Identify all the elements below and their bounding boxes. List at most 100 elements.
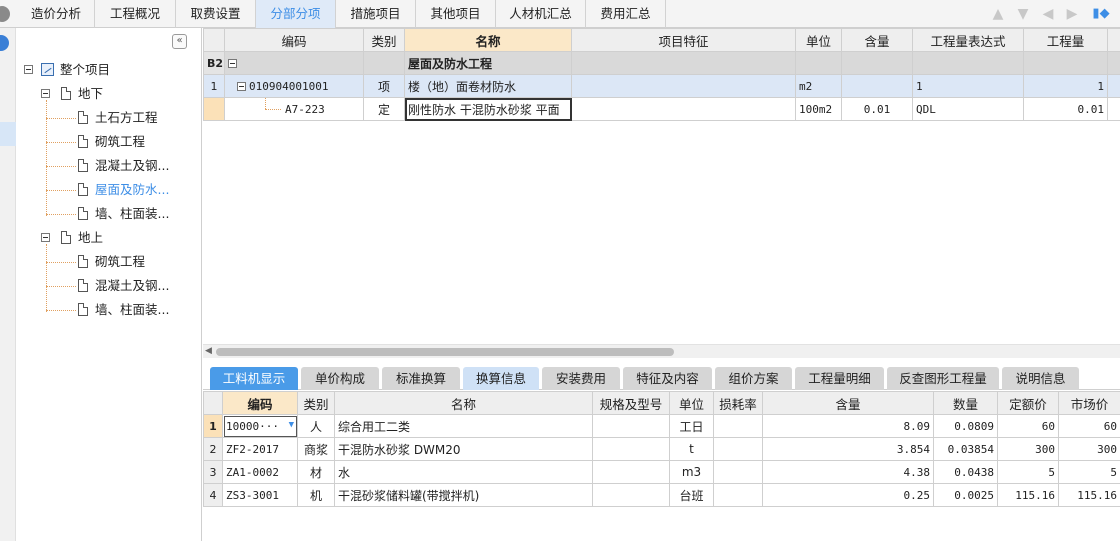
section-name[interactable]: 屋面及防水工程	[404, 51, 572, 75]
loss-rate-cell[interactable]	[713, 483, 763, 507]
tree-item-wall-finish[interactable]: 墙、柱面装...	[95, 204, 169, 224]
tab-standard-conversion[interactable]: 标准换算	[382, 367, 460, 390]
tree-item-earthwork[interactable]: 土石方工程	[95, 108, 158, 128]
quantity-cell[interactable]: 1	[1023, 74, 1108, 98]
tab-pricing-scheme[interactable]: 组价方案	[715, 367, 792, 390]
column-header[interactable]: 类别	[363, 28, 405, 52]
content-cell[interactable]: 3.854	[762, 437, 934, 461]
name-cell[interactable]: 楼（地）面卷材防水	[404, 74, 572, 98]
quota-price-cell[interactable]: 60	[997, 414, 1059, 438]
scroll-left-icon[interactable]: ◀	[205, 346, 212, 356]
tab-reverse-graphic-quantity[interactable]: 反查图形工程量	[887, 367, 999, 390]
tree-item-masonry-above[interactable]: 砌筑工程	[95, 252, 145, 272]
unit-cell[interactable]: 100m2	[795, 97, 842, 121]
unit-cell[interactable]: m3	[669, 460, 714, 484]
name-cell[interactable]: 水	[334, 460, 593, 484]
quota-price-cell[interactable]: 300	[997, 437, 1059, 461]
tree-item-concrete[interactable]: 混凝土及钢...	[95, 156, 169, 176]
tab-features-content[interactable]: 特征及内容	[623, 367, 712, 390]
arrow-right-icon[interactable]: ▶	[1064, 6, 1080, 22]
arrow-left-icon[interactable]: ◀	[1040, 6, 1056, 22]
arrow-down-icon[interactable]: ▼	[1015, 6, 1031, 22]
scrollbar-thumb[interactable]	[216, 348, 674, 356]
table-row[interactable]: 4 ZS3-3001 机 干混砂浆储料罐(带搅拌机) 台班 0.25 0.002…	[203, 483, 1120, 507]
quantity-cell[interactable]: 0.0809	[933, 414, 998, 438]
column-header[interactable]: 含量	[841, 28, 913, 52]
expression-cell[interactable]: 1	[912, 74, 1024, 98]
tab-project-overview[interactable]: 工程概况	[95, 0, 176, 28]
loss-rate-cell[interactable]	[713, 414, 763, 438]
content-cell[interactable]	[841, 74, 913, 98]
column-header[interactable]: 含量	[762, 391, 934, 415]
tree-expander-icon[interactable]	[24, 65, 33, 74]
code-cell[interactable]: ZA1-0002	[222, 460, 298, 484]
name-cell[interactable]: 干混防水砂浆 DWM20	[334, 437, 593, 461]
app-menu-button[interactable]	[0, 0, 18, 28]
spec-cell[interactable]	[592, 414, 670, 438]
grid-cell[interactable]	[795, 51, 842, 75]
unit-cell[interactable]: 台班	[669, 483, 714, 507]
column-header[interactable]: 损耗率	[713, 391, 763, 415]
type-cell[interactable]: 材	[297, 460, 335, 484]
tree-item-masonry[interactable]: 砌筑工程	[95, 132, 145, 152]
content-cell[interactable]: 0.25	[762, 483, 934, 507]
tab-unit-price-composition[interactable]: 单价构成	[301, 367, 379, 390]
tree-expander-icon[interactable]	[41, 89, 50, 98]
dropdown-arrow-icon[interactable]: ▼	[289, 420, 294, 430]
quantity-cell[interactable]: 0.0025	[933, 483, 998, 507]
column-header[interactable]: 单位	[669, 391, 714, 415]
quota-price-cell[interactable]: 115.16	[997, 483, 1059, 507]
quantity-cell[interactable]: 0.03854	[933, 437, 998, 461]
feature-cell[interactable]	[571, 97, 796, 121]
type-cell[interactable]: 商浆	[297, 437, 335, 461]
grid-cell[interactable]	[841, 51, 913, 75]
grid-cell[interactable]	[912, 51, 1024, 75]
grid-cell[interactable]	[1023, 51, 1108, 75]
collapse-tree-button[interactable]: «	[172, 34, 187, 49]
collapse-expander-icon[interactable]	[237, 81, 246, 91]
section-row[interactable]: B2 屋面及防水工程	[203, 51, 1120, 75]
market-price-cell[interactable]: 5	[1058, 460, 1120, 484]
spec-cell[interactable]	[592, 460, 670, 484]
table-row[interactable]: 1 010904001001 项 楼（地）面卷材防水 m2 1 1	[203, 74, 1120, 98]
type-cell[interactable]: 机	[297, 483, 335, 507]
loss-rate-cell[interactable]	[713, 437, 763, 461]
unit-cell[interactable]: t	[669, 437, 714, 461]
type-cell[interactable]: 人	[297, 414, 335, 438]
content-cell[interactable]: 8.09	[762, 414, 934, 438]
column-header[interactable]: 编码	[222, 391, 298, 415]
table-row[interactable]: 2 ZF2-2017 商浆 干混防水砂浆 DWM20 t 3.854 0.038…	[203, 437, 1120, 461]
unit-cell[interactable]: 工日	[669, 414, 714, 438]
tab-labor-material-display[interactable]: 工料机显示	[210, 367, 298, 390]
quota-price-cell[interactable]: 5	[997, 460, 1059, 484]
market-price-cell[interactable]: 115.16	[1058, 483, 1120, 507]
tab-labor-material-summary[interactable]: 人材机汇总	[496, 0, 586, 28]
code-cell[interactable]: 010904001001	[224, 74, 364, 98]
column-header[interactable]: 市场价	[1058, 391, 1120, 415]
column-header[interactable]: 定额价	[997, 391, 1059, 415]
column-header[interactable]: 类别	[297, 391, 335, 415]
tree-item-roofing-waterproof[interactable]: 屋面及防水...	[95, 180, 169, 200]
code-cell[interactable]: ZF2-2017	[222, 437, 298, 461]
column-header[interactable]: 编码	[224, 28, 364, 52]
column-header[interactable]: 单位	[795, 28, 842, 52]
layout-settings-icon[interactable]: ▮◆	[1092, 6, 1110, 22]
grid-cell[interactable]	[571, 51, 796, 75]
table-row[interactable]: A7-223 定 刚性防水 干混防水砂浆 平面 100m2 0.01 QDL 0…	[203, 97, 1120, 121]
tree-group-underground[interactable]: 地下	[78, 84, 103, 104]
market-price-cell[interactable]: 300	[1058, 437, 1120, 461]
feature-cell[interactable]	[571, 74, 796, 98]
tab-sub-items[interactable]: 分部分项	[256, 0, 336, 28]
column-header[interactable]: 工程量	[1023, 28, 1108, 52]
market-price-cell[interactable]: 60	[1058, 414, 1120, 438]
spec-cell[interactable]	[592, 437, 670, 461]
type-cell[interactable]: 项	[363, 74, 405, 98]
code-cell[interactable]: ZS3-3001	[222, 483, 298, 507]
grid-cell[interactable]	[224, 51, 364, 75]
name-cell-editing[interactable]: 刚性防水 干混防水砂浆 平面	[404, 97, 572, 121]
tab-fee-settings[interactable]: 取费设置	[176, 0, 256, 28]
quantity-cell[interactable]: 0.0438	[933, 460, 998, 484]
content-cell[interactable]: 0.01	[841, 97, 913, 121]
tab-other-items[interactable]: 其他项目	[416, 0, 496, 28]
type-cell[interactable]: 定	[363, 97, 405, 121]
